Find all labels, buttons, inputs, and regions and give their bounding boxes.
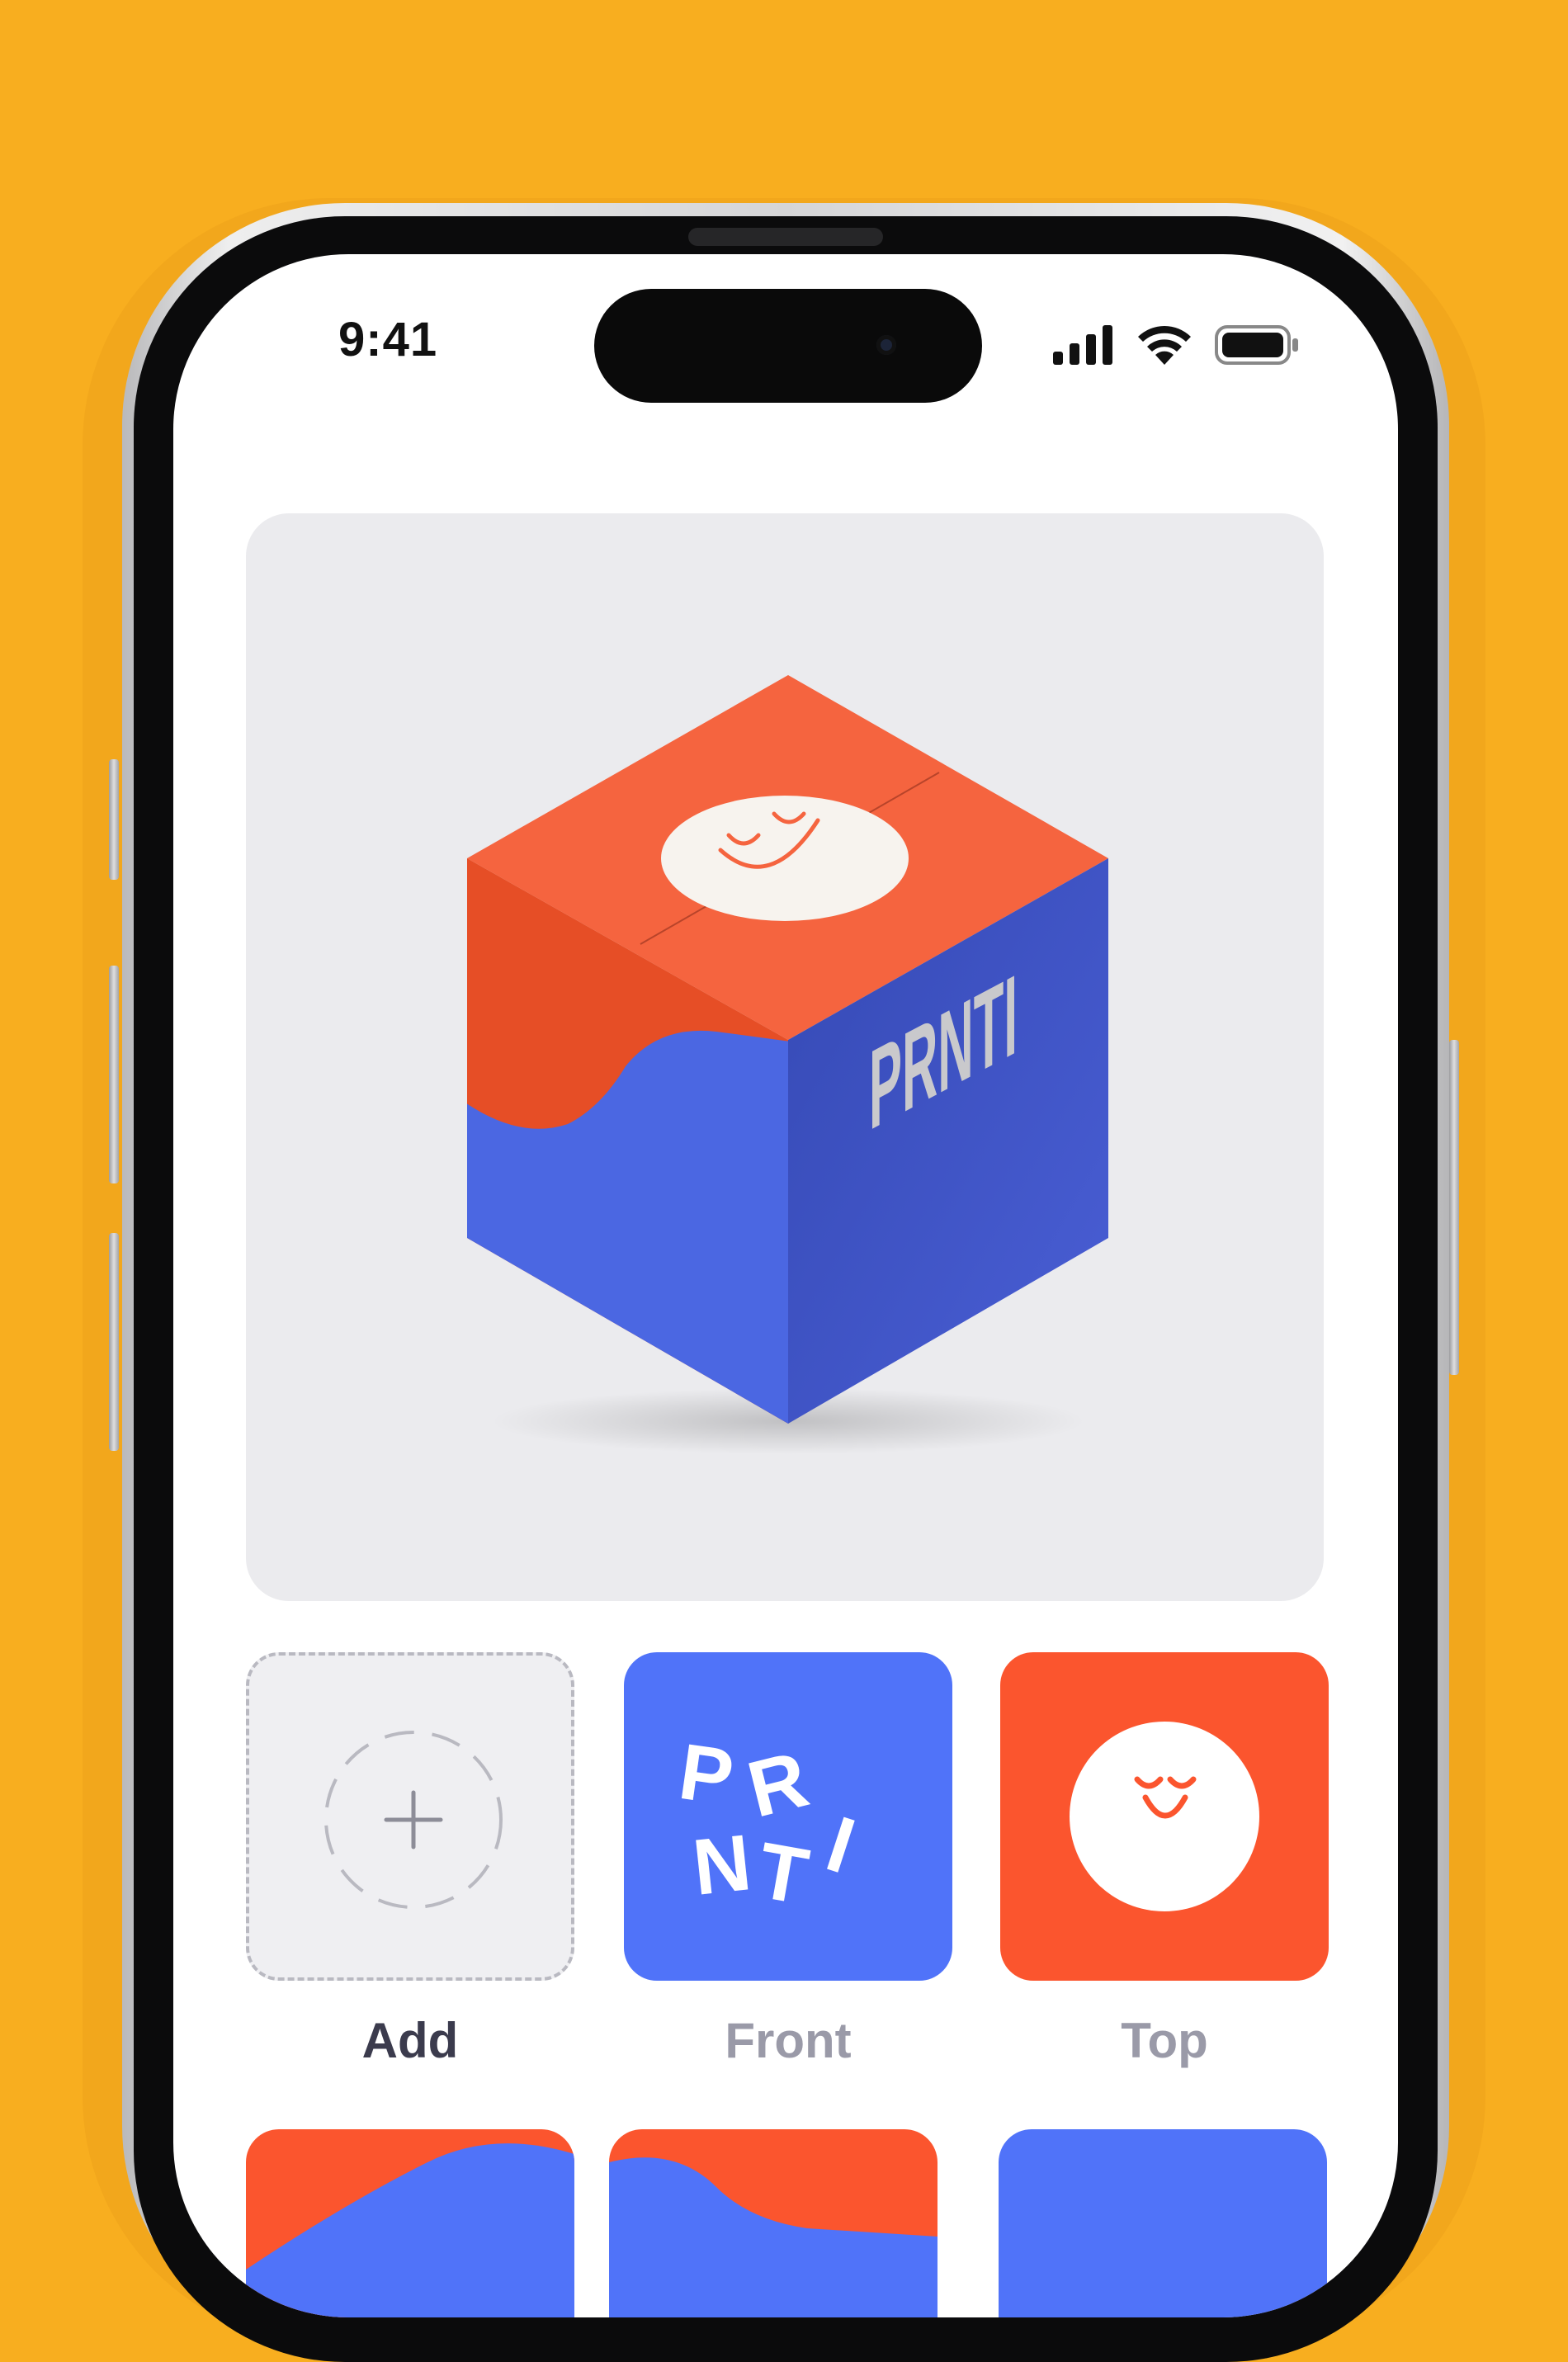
volume-up-button	[109, 966, 119, 1183]
svg-text:I: I	[817, 1800, 865, 1891]
back-face-tile[interactable]	[609, 2129, 937, 2317]
prnti-logo: P R N T I	[674, 1727, 865, 1922]
add-face-tile[interactable]	[246, 1652, 574, 1981]
plus-icon	[324, 1731, 503, 1909]
earpiece-speaker	[688, 228, 883, 246]
svg-text:P: P	[674, 1727, 739, 1822]
top-face-tile[interactable]	[1000, 1652, 1329, 1981]
front-face-tile[interactable]: P R N T I	[624, 1652, 952, 1981]
svg-text:T: T	[752, 1826, 815, 1922]
side-face-tile[interactable]	[246, 2129, 574, 2317]
wifi-icon	[1138, 326, 1191, 365]
phone-screen: 9:41 Add P R N T I Front Top	[173, 254, 1398, 2317]
bottom-face-tile[interactable]	[999, 2129, 1327, 2317]
smiley-face-icon	[1070, 1722, 1259, 1911]
box-preview-card[interactable]: PRNTI	[246, 513, 1324, 1601]
front-camera	[876, 335, 896, 355]
front-face-label: Front	[725, 2013, 852, 2068]
action-button	[109, 759, 119, 880]
wave-pattern-graphic	[609, 2157, 937, 2317]
add-face-label: Add	[361, 2013, 459, 2068]
wave-pattern-graphic	[246, 2143, 574, 2317]
status-time: 9:41	[338, 313, 438, 366]
svg-text:N: N	[689, 1818, 755, 1912]
cellular-signal-icon	[1053, 325, 1112, 365]
svg-text:R: R	[739, 1735, 816, 1835]
top-face-label: Top	[1121, 2013, 1208, 2068]
dynamic-island	[594, 289, 982, 403]
power-button	[1449, 1040, 1459, 1375]
battery-icon	[1215, 325, 1298, 365]
box-3d-render: PRNTI	[467, 675, 1108, 1454]
volume-down-button	[109, 1233, 119, 1451]
